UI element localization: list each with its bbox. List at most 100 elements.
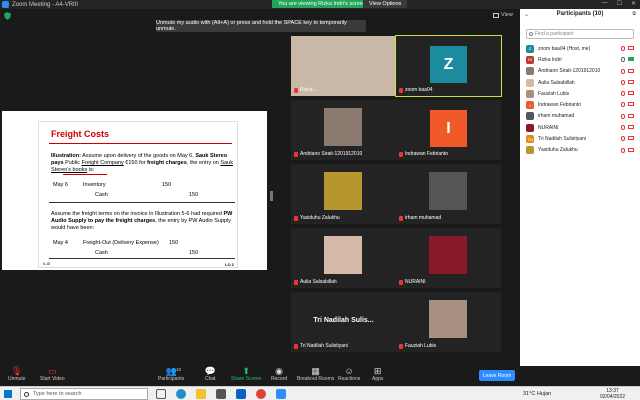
- video-tile[interactable]: I Indrawan Febrianto: [396, 100, 501, 160]
- view-options-button[interactable]: View Options: [363, 0, 408, 8]
- participant-row[interactable]: NURAINI: [526, 122, 638, 133]
- leave-room-button[interactable]: Leave Room: [479, 370, 515, 381]
- share-screen-button[interactable]: ⬆ Share Screen: [231, 366, 262, 383]
- entry-1-credit-amount: 150: [189, 192, 199, 198]
- participant-name: Indrawan Febrianto: [538, 102, 582, 109]
- start-video-button[interactable]: ▭ Start Video: [40, 367, 65, 383]
- video-tile-name: Rizka ...: [294, 87, 318, 93]
- video-tile[interactable]: Andriano Sirait-1201912010: [291, 100, 396, 160]
- mic-muted-icon: [399, 279, 403, 285]
- participant-video-image: [429, 300, 467, 338]
- participant-row[interactable]: irham muhamad: [526, 111, 638, 122]
- illustration-label: Illustration:: [51, 153, 81, 159]
- popout-icon[interactable]: ⧉: [632, 11, 636, 17]
- participant-name: Aulia Salsabillah: [538, 79, 575, 86]
- participant-row[interactable]: Fauziah Lubis: [526, 88, 638, 99]
- security-shield-icon[interactable]: [4, 12, 11, 20]
- zoom-taskbar-icon[interactable]: [276, 389, 286, 399]
- video-off-icon: [628, 68, 634, 73]
- zoom-window: Zoom Meeting - A4-VRIII You are viewing …: [0, 0, 640, 400]
- apps-button[interactable]: ⊞ Apps: [372, 367, 384, 383]
- panel-splitter-handle[interactable]: [270, 191, 273, 201]
- participant-name: Tri Nadilah Sulistiyani: [538, 136, 586, 143]
- participant-status-icons: [621, 46, 634, 51]
- breakout-rooms-button[interactable]: ▦ Breakout Rooms: [297, 366, 334, 383]
- system-clock[interactable]: 13:37 02/04/2022: [600, 388, 625, 400]
- record-button[interactable]: ◉ Record: [271, 367, 287, 383]
- participants-icon: 👥: [165, 366, 177, 376]
- annotation-underline: [63, 174, 107, 175]
- p1-text-a: Assume upon delivery of the goods on May…: [80, 153, 196, 159]
- video-tile-name: irham muhamad: [399, 215, 441, 221]
- mute-all-button[interactable]: Mute All: [538, 371, 578, 379]
- unmute-button[interactable]: 🎙 Unmute: [8, 366, 26, 383]
- participant-row[interactable]: TN Tri Nadilah Sulistiyani: [526, 133, 638, 144]
- p1-text-d: , the entry on: [186, 160, 221, 166]
- breakout-rooms-icon: ▦: [311, 366, 320, 376]
- chat-icon: 💬: [204, 366, 216, 376]
- participant-name: NURAINI: [538, 124, 559, 131]
- share-screen-icon: ⬆: [242, 366, 251, 376]
- taskbar-search-input[interactable]: Type here to search: [20, 388, 148, 400]
- entry-2-debit-amount: 150: [169, 240, 179, 246]
- task-view-icon[interactable]: [156, 389, 166, 399]
- minimize-icon[interactable]: —: [602, 0, 608, 7]
- video-off-icon: [628, 91, 634, 96]
- maximize-icon[interactable]: ☐: [617, 0, 622, 7]
- video-tile[interactable]: Fauziah Lubis: [396, 292, 501, 352]
- participant-name: irham muhamad: [538, 113, 575, 120]
- video-tile[interactable]: NURAINI: [396, 228, 501, 288]
- file-explorer-icon[interactable]: [196, 389, 206, 399]
- video-off-icon: [628, 79, 634, 84]
- mic-muted-icon: [399, 343, 403, 349]
- reactions-button[interactable]: ☺ Reactions: [338, 367, 361, 383]
- apps-label: Apps: [372, 376, 384, 382]
- mic-muted-icon: [621, 46, 625, 51]
- participant-status-icons: [621, 125, 634, 131]
- view-button[interactable]: View: [493, 12, 513, 18]
- participant-list: Zzoom baa04 (Host, me) RI Rizka Indri Andri…: [526, 43, 638, 156]
- participant-avatar: [526, 146, 534, 155]
- participant-row[interactable]: Yasiduhu Zalukhu: [526, 145, 638, 156]
- participant-row[interactable]: Zzoom baa04 (Host, me): [526, 43, 638, 54]
- participant-avatar: [526, 78, 534, 87]
- video-tile[interactable]: Zzoom baa04: [395, 35, 502, 97]
- participant-row[interactable]: Andriano Sirait-1201912010: [526, 66, 638, 77]
- chrome-icon[interactable]: [256, 389, 266, 399]
- participant-row[interactable]: I Indrawan Febrianto: [526, 99, 638, 110]
- mic-muted-icon: [621, 91, 625, 97]
- reactions-label: Reactions: [338, 376, 361, 382]
- video-tile[interactable]: Rizka ...: [291, 36, 396, 96]
- mail-icon[interactable]: [236, 389, 246, 399]
- store-icon[interactable]: [216, 389, 226, 399]
- participant-row[interactable]: Aulia Salsabillah: [526, 77, 638, 88]
- video-tile[interactable]: irham muhamad: [396, 164, 501, 224]
- video-tile[interactable]: Tri Nadilah Sulis... Tri Nadilah Sulistiy…: [291, 292, 396, 352]
- video-off-icon: [628, 147, 634, 152]
- video-tile-name: Yasiduhu Zalukhu: [294, 215, 340, 221]
- weather-status[interactable]: 31°C Hujan: [523, 391, 551, 397]
- participant-avatar: RI: [526, 55, 534, 64]
- mic-muted-icon: [621, 113, 625, 119]
- participant-name: Indrawan Febrianto: [405, 151, 449, 157]
- p1-underline-1: Freight Company: [81, 160, 124, 166]
- participant-video-image: [324, 172, 362, 210]
- participant-row[interactable]: RI Rizka Indri: [526, 54, 638, 65]
- chat-button[interactable]: 💬 Chat: [204, 366, 216, 383]
- edge-icon[interactable]: [176, 389, 186, 399]
- windows-start-icon[interactable]: [4, 390, 12, 398]
- microphone-muted-icon: 🎙: [11, 366, 23, 376]
- slide-paragraph-1: Illustration: Assume upon delivery of th…: [51, 153, 233, 174]
- more-button[interactable]: ...: [598, 371, 602, 377]
- search-icon: [529, 32, 533, 36]
- participant-status-icons: [621, 102, 634, 108]
- entry-2-debit: Freight-Out (Delivery Expense): [83, 240, 159, 246]
- participant-name: zoom baa04 (Host, me): [538, 45, 591, 52]
- close-icon[interactable]: ✕: [631, 0, 636, 7]
- participants-count: 10: [176, 367, 182, 372]
- video-tile[interactable]: Aulia Salsabillah: [291, 228, 396, 288]
- mic-muted-icon: [399, 215, 403, 221]
- video-tile[interactable]: Yasiduhu Zalukhu: [291, 164, 396, 224]
- participant-status-icons: [621, 57, 634, 63]
- find-participant-input[interactable]: Find a participant: [526, 29, 634, 39]
